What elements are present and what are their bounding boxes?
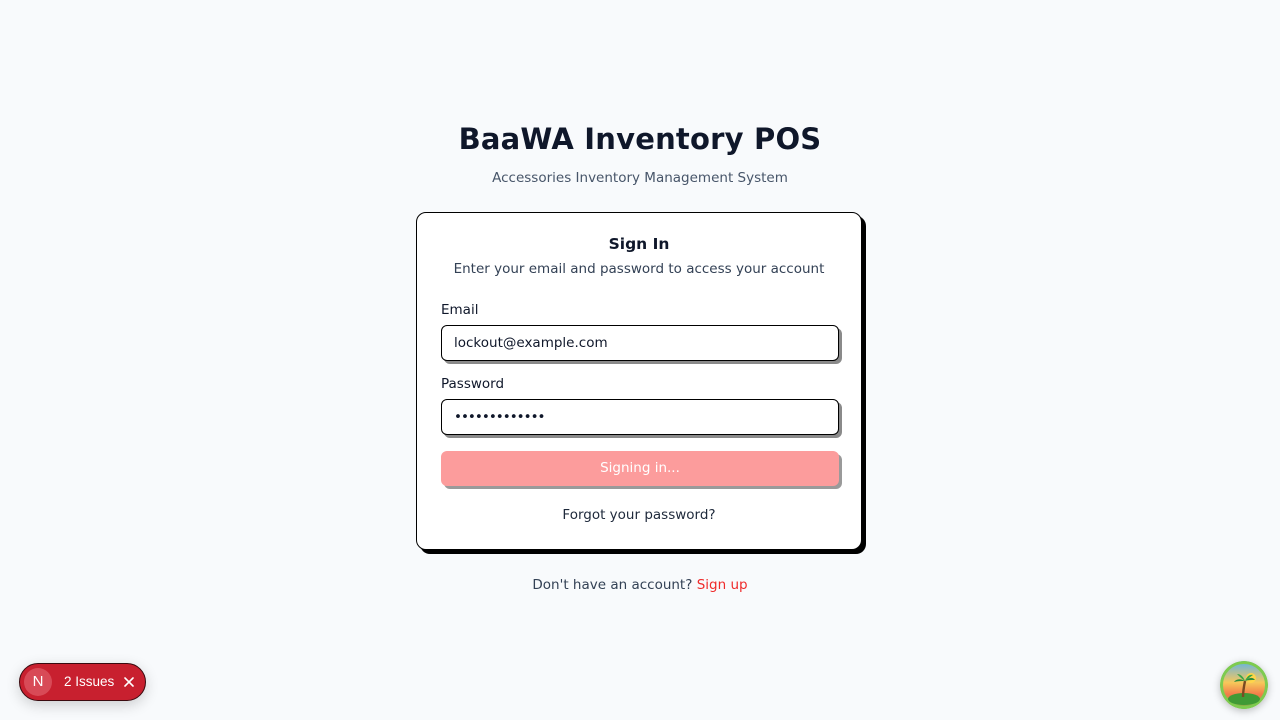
login-page: BaaWA Inventory POS Accessories Inventor… xyxy=(0,0,1280,720)
user-avatar[interactable] xyxy=(1220,661,1268,709)
dev-issues-badge[interactable]: N 2 Issues xyxy=(19,663,146,701)
password-field[interactable] xyxy=(441,399,839,435)
issues-count-label[interactable]: 2 Issues xyxy=(64,664,114,700)
password-label: Password xyxy=(441,376,505,392)
signin-title: Sign In xyxy=(608,235,670,253)
next-logo-icon[interactable]: N xyxy=(24,668,52,696)
signup-link[interactable]: Sign up xyxy=(697,577,748,593)
signin-card: Sign In Enter your email and password to… xyxy=(416,212,862,550)
email-label: Email xyxy=(441,302,479,318)
palm-tree-icon xyxy=(1220,661,1268,709)
signup-prompt-row: Don't have an account? Sign up xyxy=(0,577,1280,593)
email-field[interactable] xyxy=(441,325,839,361)
signup-prompt-text: Don't have an account? xyxy=(532,577,693,593)
close-icon[interactable] xyxy=(120,673,138,691)
forgot-password-link[interactable]: Forgot your password? xyxy=(417,507,861,523)
app-subtitle: Accessories Inventory Management System xyxy=(492,170,788,186)
signin-button[interactable]: Signing in... xyxy=(441,451,839,486)
app-title: BaaWA Inventory POS xyxy=(458,122,822,156)
signin-description: Enter your email and password to access … xyxy=(453,261,825,277)
